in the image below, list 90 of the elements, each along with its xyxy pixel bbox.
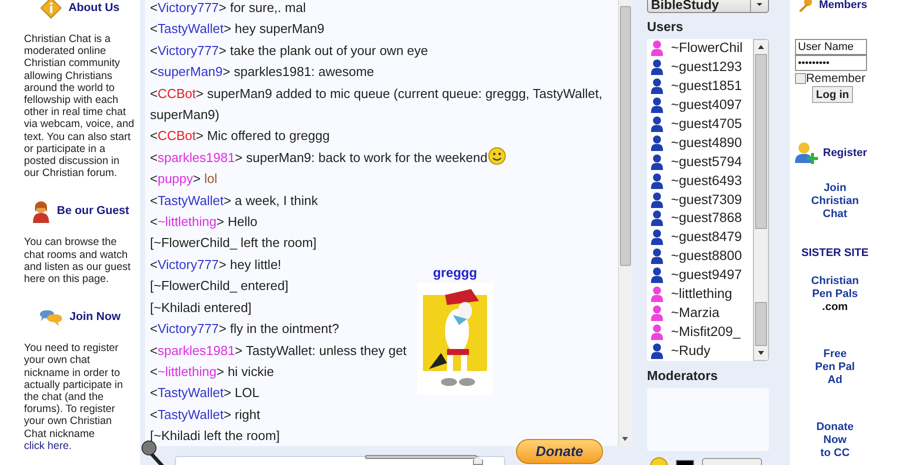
chat-message: <Victory777> hey little! <box>150 256 282 274</box>
chat-message: <~littlething> hi vickie <box>150 362 274 381</box>
user-item[interactable]: ~guest4097 <box>650 96 753 115</box>
chat-message: <CCBot> superMan9 added to mic queue (current queue: greggg, TastyWallet, superMan9) <box>150 84 604 124</box>
chat-event: [~FlowerChild_ entered] <box>150 277 288 296</box>
donate-button[interactable]: Donate <box>516 439 603 464</box>
user-item[interactable]: ~Marzia <box>650 303 753 322</box>
section-title: Be our Guest <box>56 205 130 218</box>
male-user-icon <box>650 134 664 151</box>
sidebar-link[interactable]: Christian Pen Pals <box>811 275 859 301</box>
section-text: You need to register your own chat nickname in order to actually participate in the chat (and the forums). To register your own Christian Chat nickname click here. <box>24 342 124 452</box>
chat-event: [~FlowerChild_ left the room] <box>150 234 317 252</box>
section-text: You can browse the chat rooms and watch and listen as our guest here on this page. <box>24 236 132 286</box>
chat-message: <Victory777> for sure,. mal <box>150 0 306 17</box>
users-heading: Users <box>647 20 684 34</box>
female-user-icon <box>650 324 664 340</box>
female-user-icon <box>650 304 664 321</box>
scrollbar-thumb[interactable] <box>755 54 767 229</box>
section-title: About Us <box>68 2 120 14</box>
user-item[interactable]: ~guest1293 <box>650 58 753 77</box>
chat-message: <TastyWallet> hey superMan9 <box>150 20 324 38</box>
scrollbar[interactable] <box>753 39 769 361</box>
password-field[interactable]: ••••••••• <box>795 55 867 71</box>
user-item[interactable]: ~guest1851 <box>650 76 753 96</box>
key-icon <box>797 0 813 12</box>
user-item[interactable]: ~FlowerChil <box>650 39 753 58</box>
chat-message: <Victory777> fly in the ointment? <box>150 320 340 338</box>
add-user-icon <box>795 141 819 165</box>
chat-event: [~Khiladi entered] <box>150 298 252 317</box>
remember-checkbox[interactable] <box>795 72 806 84</box>
link-suffix: .com <box>822 301 848 314</box>
user-item[interactable]: ~Rudy <box>650 341 753 360</box>
sidebar-link[interactable]: Join Christian Chat <box>811 182 859 221</box>
user-item[interactable]: ~guest4705 <box>650 114 753 134</box>
male-user-icon <box>650 192 664 208</box>
chat-message: <CCBot> Mic offered to greggg <box>150 127 330 146</box>
chat-message: <Victory777> take the plank out of your own eye <box>150 42 428 60</box>
scrollbar-thumb[interactable] <box>620 6 631 266</box>
user-item[interactable]: ~guest5794 <box>650 152 753 172</box>
slider-thumb[interactable] <box>473 456 483 465</box>
user-item[interactable]: ~guest9497 <box>650 266 753 285</box>
male-user-icon <box>650 342 664 359</box>
user-item[interactable]: ~guest8479 <box>650 228 753 247</box>
login-button[interactable]: Log in <box>812 86 853 103</box>
sidebar-link[interactable]: Free Pen Pal Ad <box>815 348 855 387</box>
register-heading: Register <box>823 146 868 161</box>
male-user-icon <box>650 267 664 284</box>
scrollbar-thumb[interactable] <box>755 302 767 346</box>
chat-message: <~littlething> Hello <box>150 213 258 232</box>
moderators-heading: Moderators <box>647 369 719 383</box>
chat-message: <TastyWallet> right <box>150 406 260 424</box>
chat-message: <superMan9> sparkles1981: awesome <box>150 63 374 82</box>
volume-slider[interactable] <box>365 453 483 465</box>
user-item[interactable]: ~guest7309 <box>650 190 753 210</box>
male-user-icon <box>650 59 664 76</box>
person-icon <box>30 199 51 224</box>
scrollbar[interactable] <box>618 0 632 446</box>
male-user-icon <box>650 78 664 94</box>
chat-message: <TastyWallet> a week, I think <box>150 192 318 210</box>
section-text: Christian Chat is a moderated online Christian community allowing Christians around the world to fellowship with each other in real time chat via webcam, voice, and text. You can also start or participate in a posted discussion in our Christian forum. <box>24 33 136 180</box>
user-item[interactable]: ~littlething <box>650 284 753 304</box>
chat-message: <TastyWallet> LOL <box>150 384 260 402</box>
section-title: Join Now <box>69 311 121 324</box>
smiley-icon <box>488 146 506 165</box>
user-item[interactable]: ~guest6493 <box>650 171 753 190</box>
sister-site-heading: SISTER SITE <box>801 247 869 260</box>
male-user-icon <box>650 97 664 114</box>
user-item[interactable]: ~Misfit209_ <box>650 322 753 342</box>
user-item[interactable]: ~guest4890 <box>650 133 753 152</box>
chat-message: <puppy> lol <box>150 170 218 188</box>
male-user-icon <box>650 210 664 226</box>
male-user-icon <box>650 154 664 170</box>
sidebar-link[interactable]: Donate Now to CC <box>816 421 854 460</box>
microphone-icon[interactable] <box>140 440 166 465</box>
username-field[interactable]: User Name <box>795 39 867 55</box>
female-user-icon <box>650 286 664 302</box>
click-here-link[interactable]: click here. <box>24 440 72 452</box>
remember-label: Remember <box>806 71 866 85</box>
male-user-icon <box>650 116 664 132</box>
male-user-icon <box>650 229 664 246</box>
female-user-icon <box>650 40 664 56</box>
members-heading: Members <box>819 0 868 11</box>
chat-message: <sparkles1981> superMan9: back to work for the weekend <box>150 146 506 168</box>
user-item[interactable]: ~guest7868 <box>650 209 753 228</box>
male-user-icon <box>650 172 664 189</box>
chat-message: <sparkles1981> TastyWallet: unless they get <box>150 342 407 360</box>
user-item[interactable]: ~guest8800 <box>650 246 753 266</box>
male-user-icon <box>650 248 664 264</box>
chat-event: [~Khiladi left the room] <box>150 427 280 446</box>
webcam-name: greggg <box>432 266 478 280</box>
